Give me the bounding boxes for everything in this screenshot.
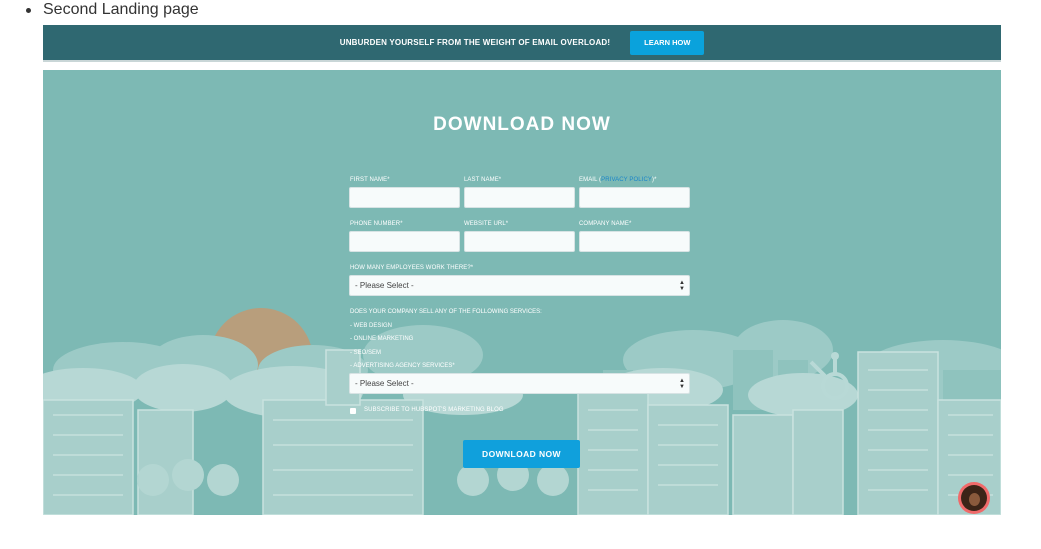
- services-select-value: - Please Select -: [355, 379, 414, 388]
- first-name-input[interactable]: [349, 187, 460, 208]
- company-input[interactable]: [579, 231, 690, 252]
- announcement-bar: UNBURDEN YOURSELF FROM THE WEIGHT OF EMA…: [43, 25, 1001, 60]
- bullet-item: Second Landing page: [26, 0, 199, 20]
- subscribe-label: SUBSCRIBE TO HUBSPOT'S MARKETING BLOG: [364, 407, 504, 413]
- bullet-text: Second Landing page: [43, 1, 199, 18]
- last-name-input[interactable]: [464, 187, 575, 208]
- services-line: - ADVERTISING AGENCY SERVICES*: [350, 363, 455, 369]
- bullet-icon: [26, 7, 31, 13]
- updown-arrows-icon: ▲ ▼: [679, 280, 685, 292]
- services-select[interactable]: - Please Select - ▲ ▼: [349, 373, 690, 394]
- email-label-text: EMAIL (: [579, 177, 602, 183]
- services-line: - ONLINE MARKETING: [350, 336, 414, 342]
- email-label-suffix: )*: [652, 177, 657, 183]
- phone-label: PHONE NUMBER*: [350, 221, 403, 227]
- services-text: DOES YOUR COMPANY SELL ANY OF THE FOLLOW…: [350, 306, 542, 374]
- last-name-label: LAST NAME*: [464, 177, 502, 183]
- learn-how-button[interactable]: LEARN HOW: [630, 30, 705, 55]
- email-input[interactable]: [579, 187, 690, 208]
- hero-section: DOWNLOAD NOW FIRST NAME* LAST NAME* EMAI…: [43, 70, 1001, 515]
- download-now-button[interactable]: DOWNLOAD NOW: [463, 440, 580, 468]
- subscribe-checkbox[interactable]: [350, 408, 356, 414]
- avatar-image: [961, 485, 987, 511]
- announcement-text: UNBURDEN YOURSELF FROM THE WEIGHT OF EMA…: [339, 38, 611, 47]
- phone-input[interactable]: [349, 231, 460, 252]
- hero-title: DOWNLOAD NOW: [433, 114, 611, 135]
- services-line: DOES YOUR COMPANY SELL ANY OF THE FOLLOW…: [350, 309, 542, 315]
- employees-label: HOW MANY EMPLOYEES WORK THERE?*: [350, 265, 474, 271]
- privacy-policy-link[interactable]: PRIVACY POLICY: [601, 177, 652, 183]
- first-name-label: FIRST NAME*: [350, 177, 390, 183]
- company-label: COMPANY NAME*: [579, 221, 632, 227]
- divider: [43, 60, 1001, 62]
- website-input[interactable]: [464, 231, 575, 252]
- website-label: WEBSITE URL*: [464, 221, 509, 227]
- services-line: - SEO/SEM: [350, 349, 382, 356]
- avatar-face: [969, 493, 980, 506]
- employees-select-value: - Please Select -: [355, 281, 414, 290]
- email-label: EMAIL (PRIVACY POLICY)*: [579, 177, 657, 183]
- employees-select[interactable]: - Please Select - ▲ ▼: [349, 275, 690, 296]
- updown-arrows-icon: ▲ ▼: [679, 378, 685, 390]
- services-line: - WEB DESIGN: [350, 322, 393, 329]
- avatar-icon[interactable]: [958, 482, 990, 514]
